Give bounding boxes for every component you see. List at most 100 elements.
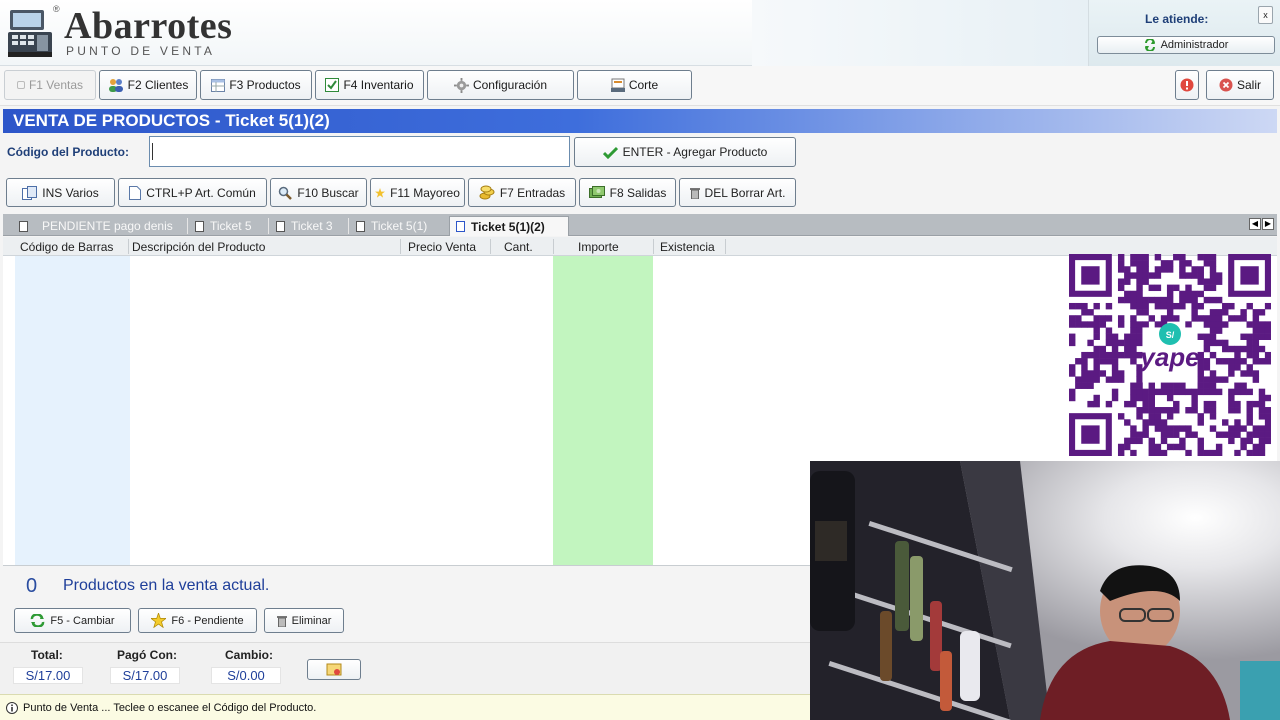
qr-module	[1166, 431, 1174, 438]
nav-clientes-button[interactable]: F2 Clientes	[99, 70, 197, 100]
exit-button[interactable]: Salir	[1206, 70, 1274, 100]
qr-module	[1246, 321, 1253, 328]
col-header-amount[interactable]: Importe	[578, 240, 619, 254]
qr-module	[1209, 351, 1217, 359]
qr-module	[1264, 413, 1272, 420]
qr-module	[1215, 296, 1223, 304]
qr-module	[1136, 376, 1143, 383]
ins-varios-button[interactable]: INS Varios	[6, 178, 115, 207]
coins-in-icon	[479, 185, 495, 200]
qr-module	[1185, 260, 1192, 267]
salidas-button[interactable]: F8 Salidas	[579, 178, 676, 207]
qr-module	[1136, 260, 1143, 267]
qr-module	[1148, 296, 1155, 304]
qr-module	[1179, 296, 1186, 304]
tab-pendiente[interactable]: PENDIENTE pago denis	[13, 216, 179, 236]
qr-module	[1142, 321, 1149, 328]
qr-module	[1228, 370, 1235, 377]
col-header-qty[interactable]: Cant.	[504, 240, 533, 254]
nav-ventas-label: F1 Ventas	[28, 78, 84, 92]
qr-module	[1191, 394, 1198, 402]
panel-close-button[interactable]: x	[1258, 6, 1273, 24]
qr-module	[1117, 370, 1125, 377]
qr-module	[1136, 394, 1143, 402]
qr-module	[1093, 376, 1100, 383]
buscar-button[interactable]: F10 Buscar	[270, 178, 367, 207]
qr-module	[1197, 290, 1204, 298]
qr-module	[1258, 358, 1266, 365]
qr-module	[1069, 370, 1076, 377]
qr-module	[1209, 266, 1217, 273]
qr-module	[1228, 425, 1235, 432]
nav-configuracion-button[interactable]: Configuración	[427, 70, 574, 100]
nav-productos-button[interactable]: F3 Productos	[200, 70, 312, 100]
qr-module	[1111, 345, 1119, 353]
qr-module	[1215, 376, 1223, 383]
mayoreo-button[interactable]: F11 Mayoreo	[370, 178, 465, 207]
qr-module	[1191, 296, 1198, 304]
attendant-button[interactable]: Administrador	[1097, 36, 1275, 54]
col-header-stock[interactable]: Existencia	[660, 240, 715, 254]
qr-module	[1240, 425, 1247, 432]
entradas-button[interactable]: F7 Entradas	[468, 178, 576, 207]
qr-module	[1197, 437, 1204, 445]
people-icon	[108, 79, 123, 92]
qr-module	[1148, 437, 1155, 445]
qr-module	[1179, 266, 1186, 273]
tab-scroll-left-icon[interactable]: ◀	[1249, 218, 1261, 230]
registered-mark: ®	[53, 4, 60, 14]
qr-module	[1148, 407, 1155, 414]
qr-module	[1240, 358, 1247, 365]
ticket-print-button[interactable]	[307, 659, 361, 680]
column-separator	[490, 239, 491, 254]
nav-inventario-button[interactable]: F4 Inventario	[315, 70, 424, 100]
col-header-price[interactable]: Precio Venta	[408, 240, 476, 254]
nav-ventas-button[interactable]: F1 Ventas	[4, 70, 96, 100]
col-header-description[interactable]: Descripción del Producto	[132, 240, 265, 254]
qr-module	[1136, 407, 1143, 414]
qr-module	[1228, 431, 1235, 438]
product-code-input[interactable]	[149, 136, 570, 167]
qr-module	[1154, 296, 1162, 304]
tab-ticket-5-1-2[interactable]: Ticket 5(1)(2)	[449, 216, 569, 236]
importe-column-fill	[553, 256, 653, 565]
eliminar-button[interactable]: Eliminar	[264, 608, 344, 633]
qr-module	[1203, 296, 1211, 304]
qr-module	[1240, 443, 1247, 451]
qr-module	[1117, 339, 1125, 347]
tab-scroll-arrows: ◀ ▶	[1249, 218, 1274, 230]
tab-scroll-right-icon[interactable]: ▶	[1262, 218, 1274, 230]
qr-module	[1130, 437, 1137, 445]
qr-module	[1191, 388, 1198, 396]
tab-ticket-5-1[interactable]: Ticket 5(1)	[350, 216, 433, 236]
table-icon	[211, 78, 226, 92]
col-header-barcode[interactable]: Código de Barras	[20, 240, 113, 254]
alert-button[interactable]	[1175, 70, 1199, 100]
qr-module	[1130, 315, 1137, 322]
qr-module	[1246, 345, 1253, 353]
qr-module	[1069, 321, 1076, 328]
nav-corte-button[interactable]: Corte	[577, 70, 692, 100]
add-product-button[interactable]: ENTER - Agregar Producto	[574, 137, 796, 167]
qr-module	[1234, 388, 1241, 396]
qr-module	[1203, 376, 1211, 383]
qr-module	[1130, 345, 1137, 353]
qr-module	[1166, 309, 1174, 316]
tab-ticket-5[interactable]: Ticket 5	[189, 216, 258, 236]
qr-module	[1117, 443, 1125, 451]
qr-module	[1124, 272, 1131, 279]
qr-module	[1197, 302, 1204, 310]
tab-ticket-3[interactable]: Ticket 3	[270, 216, 339, 236]
pendiente-button[interactable]: F6 - Pendiente	[138, 608, 257, 633]
qr-module	[1234, 400, 1241, 408]
qr-module	[1111, 394, 1119, 402]
borrar-articulo-button[interactable]: DEL Borrar Art.	[679, 178, 796, 207]
articulo-comun-button[interactable]: CTRL+P Art. Común	[118, 178, 267, 207]
qr-module	[1117, 284, 1125, 292]
qr-module	[1197, 443, 1204, 451]
document-icon	[19, 220, 28, 232]
borrar-articulo-label: DEL Borrar Art.	[704, 185, 786, 200]
qr-module	[1234, 419, 1241, 426]
qr-module	[1166, 315, 1174, 322]
cambiar-button[interactable]: F5 - Cambiar	[14, 608, 131, 633]
